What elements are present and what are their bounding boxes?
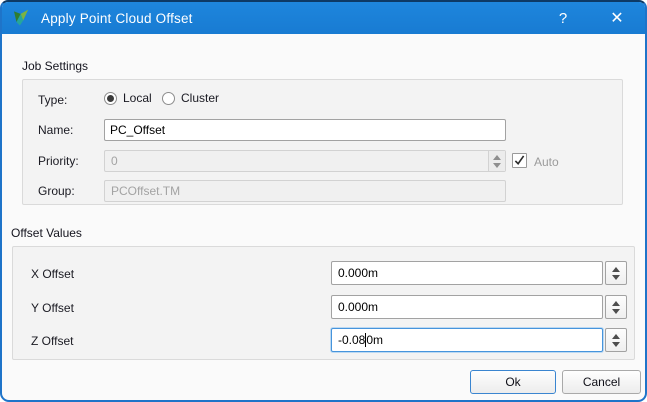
auto-checkbox[interactable]	[512, 153, 527, 168]
radio-cluster[interactable]: Cluster	[162, 91, 219, 105]
radio-local-label: Local	[123, 91, 152, 105]
ok-button[interactable]: Ok	[470, 370, 556, 394]
app-logo-icon	[11, 8, 32, 28]
radio-local[interactable]: Local	[104, 91, 152, 105]
offset-values-section-label: Offset Values	[11, 226, 82, 240]
titlebar[interactable]: Apply Point Cloud Offset ? ✕	[2, 2, 645, 34]
x-offset-input[interactable]: 0.000m	[331, 261, 603, 285]
window-title: Apply Point Cloud Offset	[41, 11, 193, 26]
name-label: Name:	[38, 123, 73, 137]
y-offset-value: 0.000m	[338, 300, 378, 314]
name-input[interactable]	[104, 119, 506, 141]
spin-up-icon[interactable]	[612, 267, 620, 272]
cancel-button[interactable]: Cancel	[562, 370, 641, 394]
checkmark-icon	[514, 155, 525, 166]
spin-down-icon[interactable]	[612, 275, 620, 280]
z-offset-label: Z Offset	[31, 334, 73, 348]
close-icon[interactable]: ✕	[597, 2, 637, 34]
group-input: PCOffset.TM	[104, 180, 506, 202]
radio-cluster-label: Cluster	[181, 91, 219, 105]
priority-label: Priority:	[38, 154, 79, 168]
y-offset-spin-buttons[interactable]	[605, 295, 627, 319]
spin-up-icon	[493, 155, 501, 160]
spin-down-icon[interactable]	[612, 342, 620, 347]
spin-up-icon[interactable]	[612, 301, 620, 306]
apply-point-cloud-offset-dialog: Apply Point Cloud Offset ? ✕ Job Setting…	[0, 0, 647, 402]
z-offset-value-before-caret: -0.08	[338, 333, 365, 347]
z-offset-spin-buttons[interactable]	[605, 328, 627, 352]
group-label: Group:	[38, 184, 75, 198]
spin-up-icon[interactable]	[612, 334, 620, 339]
group-value: PCOffset.TM	[105, 184, 505, 198]
offset-values-panel: X Offset 0.000m Y Offset 0.000m Z Offset…	[12, 246, 635, 360]
job-settings-section-label: Job Settings	[22, 59, 88, 73]
x-offset-value: 0.000m	[338, 266, 378, 280]
spin-down-icon	[493, 163, 501, 168]
x-offset-label: X Offset	[31, 267, 74, 281]
radio-unselected-icon[interactable]	[162, 92, 175, 105]
radio-selected-icon[interactable]	[104, 92, 117, 105]
auto-checkbox-label: Auto	[534, 155, 559, 169]
job-settings-panel: Type: Local Cluster Name: Priority: 0 Au…	[22, 79, 623, 205]
spin-down-icon[interactable]	[612, 309, 620, 314]
x-offset-spin-buttons[interactable]	[605, 261, 627, 285]
y-offset-label: Y Offset	[31, 301, 74, 315]
y-offset-input[interactable]: 0.000m	[331, 295, 603, 319]
type-label: Type:	[38, 93, 67, 107]
priority-spinbox: 0	[104, 150, 506, 172]
z-offset-input[interactable]: -0.080m	[331, 328, 603, 352]
help-button[interactable]: ?	[543, 2, 583, 34]
priority-spin-buttons	[488, 151, 505, 171]
z-offset-value-after-caret: 0m	[366, 333, 383, 347]
priority-value: 0	[105, 154, 488, 168]
